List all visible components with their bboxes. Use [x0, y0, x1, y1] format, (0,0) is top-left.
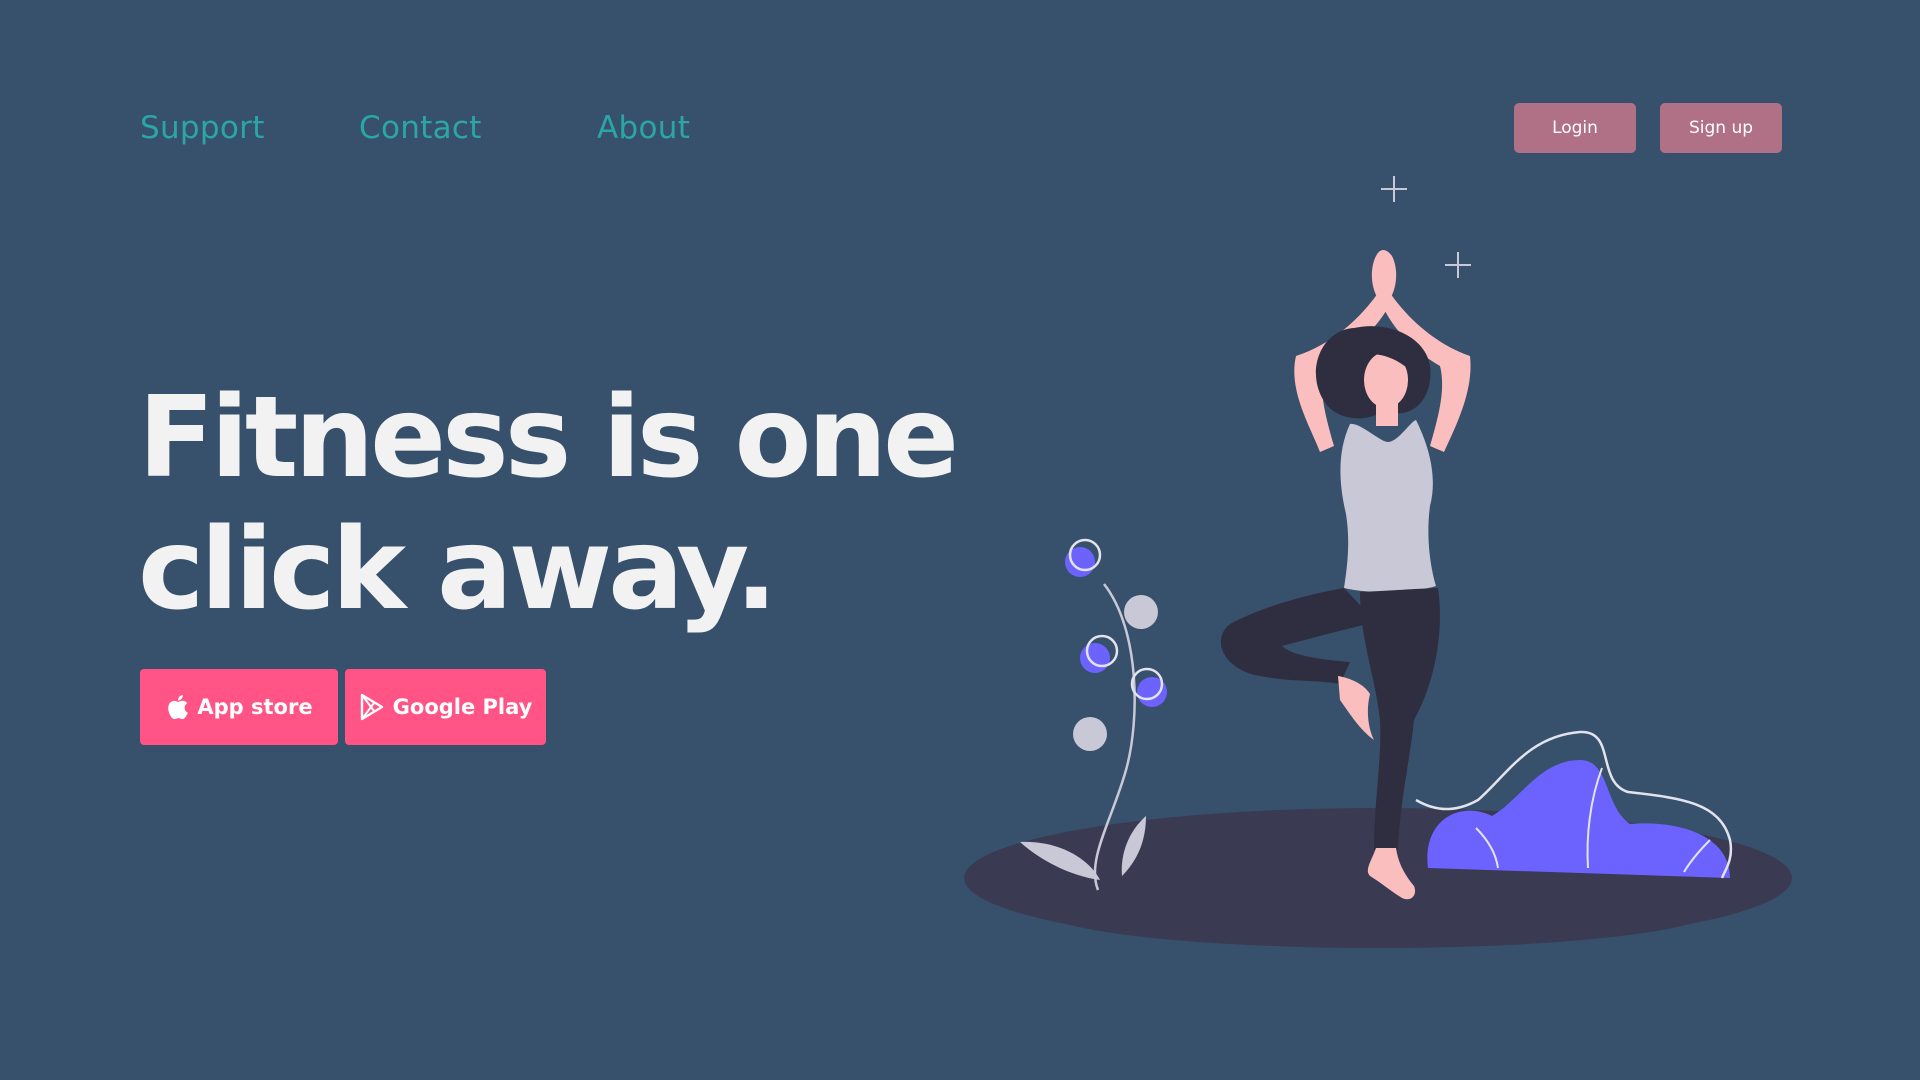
google-play-label: Google Play	[392, 695, 533, 719]
nav-link-support[interactable]: Support	[140, 108, 265, 148]
sparkle-icon	[1381, 176, 1407, 202]
bush	[1415, 730, 1733, 879]
sparkle-icon	[1445, 252, 1471, 278]
hero-title: Fitness is one click away.	[138, 372, 959, 636]
hero-title-line-1: Fitness is one	[138, 373, 959, 503]
landing-page: Support Contact About Login Sign up Fitn…	[0, 0, 1920, 1080]
yoga-illustration	[964, 176, 1792, 948]
hero-title-line-2: click away.	[138, 505, 778, 635]
nav-link-contact[interactable]: Contact	[359, 108, 482, 148]
google-play-button[interactable]: Google Play	[345, 669, 546, 745]
login-button[interactable]: Login	[1514, 103, 1636, 153]
yoga-woman	[1220, 250, 1471, 900]
app-store-label: App store	[197, 695, 313, 719]
app-store-button[interactable]: App store	[140, 669, 338, 745]
nav-link-about[interactable]: About	[597, 108, 690, 148]
google-play-icon	[359, 693, 385, 721]
signup-button[interactable]: Sign up	[1660, 103, 1782, 153]
apple-icon	[165, 693, 189, 721]
